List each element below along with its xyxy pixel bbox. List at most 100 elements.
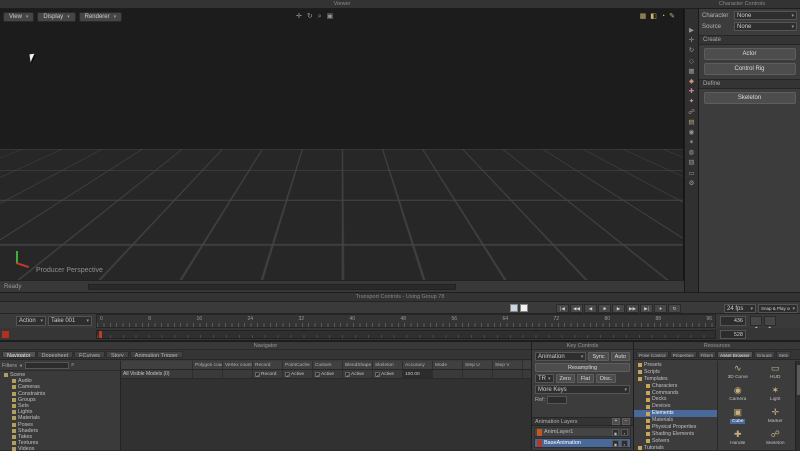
models-column-header[interactable]: Vertex count — [223, 361, 253, 369]
display-menu-button[interactable]: Display — [37, 12, 75, 22]
add-layer-button[interactable] — [612, 418, 620, 425]
asset-folder-item[interactable]: Tutorials — [634, 445, 717, 450]
pan-icon[interactable]: ✛ — [296, 12, 302, 21]
models-row-label[interactable]: All Visible Models (0) — [121, 370, 193, 378]
stop-button[interactable]: ■ — [598, 304, 611, 313]
loop-button[interactable]: ↻ — [668, 304, 681, 313]
maximize-view-icon[interactable]: ✎ — [669, 12, 675, 21]
models-column-header[interactable]: PointCache — [283, 361, 313, 369]
layer-visibility-icon[interactable] — [612, 440, 619, 447]
snap-icon[interactable]: ▦ — [688, 68, 694, 75]
viewport-3d[interactable]: ViewDisplayRenderer ✛↻⌕▣ ▦◧◔✎ Producer P… — [0, 9, 684, 280]
models-checkbox-cell[interactable]: Active — [343, 370, 373, 378]
asset-folder-item[interactable]: Scripts — [634, 369, 717, 376]
layer-lock-icon[interactable] — [621, 440, 628, 447]
sync-button[interactable]: Sync — [588, 352, 608, 361]
models-column-header[interactable]: BlendShape — [343, 361, 373, 369]
transport-toggle-b[interactable] — [520, 304, 528, 312]
material-icon[interactable]: ◍ — [689, 149, 695, 156]
timeline-end-field[interactable]: 436 — [720, 316, 746, 326]
control-rig-button[interactable]: Control Rig — [704, 63, 796, 75]
models-column-header[interactable]: Skeleton — [373, 361, 403, 369]
resources-tab[interactable]: Asset Browser — [717, 351, 753, 358]
transport-toggle-a[interactable] — [510, 304, 518, 312]
asset-item[interactable]: ∿ 3D Curve — [719, 363, 757, 385]
checkbox-icon[interactable] — [285, 372, 290, 377]
models-column-header[interactable]: Mode — [433, 361, 463, 369]
models-column-header[interactable]: Polygon count — [193, 361, 223, 369]
keyframe-icon[interactable]: ◆ — [689, 78, 694, 85]
actor-button[interactable]: Actor — [704, 48, 796, 60]
asset-scrollbar[interactable] — [795, 361, 800, 450]
safe-frame-icon[interactable]: ◧ — [650, 12, 657, 21]
keying-group-dropdown[interactable]: TR — [535, 374, 554, 383]
pose-icon[interactable]: ☍ — [688, 109, 695, 116]
asset-folder-item[interactable]: Elements — [634, 410, 717, 417]
resources-tab[interactable]: Properties — [670, 351, 697, 358]
models-column-header[interactable]: Step U — [463, 361, 493, 369]
goto-end-button[interactable]: ▶| — [640, 304, 653, 313]
light-icon[interactable]: ✶ — [689, 139, 694, 146]
navigator-tab[interactable]: FCurves — [74, 351, 105, 358]
navigator-tab[interactable]: Navigator — [2, 351, 36, 358]
playhead[interactable] — [99, 331, 102, 338]
take-dropdown[interactable]: Take 001 — [48, 316, 92, 326]
source-dropdown[interactable]: None — [734, 22, 797, 31]
texture-icon[interactable]: ▨ — [688, 159, 694, 166]
models-checkbox-cell[interactable]: Active — [373, 370, 403, 378]
layer-visibility-icon[interactable] — [612, 429, 619, 436]
resources-tab[interactable]: Groups — [754, 351, 775, 358]
asset-folder-item[interactable]: Materials — [634, 417, 717, 424]
asset-folder-item[interactable]: Commands — [634, 390, 717, 397]
navigator-tab[interactable]: Story — [106, 351, 129, 358]
asset-folder-item[interactable]: Devices — [634, 403, 717, 410]
view-menu-button[interactable]: View — [3, 12, 34, 22]
models-column-header[interactable]: Record — [253, 361, 283, 369]
zoom-icon[interactable]: ⌕ — [318, 12, 322, 21]
settings-icon[interactable]: ⚙ — [689, 180, 695, 187]
models-column-header[interactable]: Custom — [313, 361, 343, 369]
checkbox-icon[interactable] — [255, 372, 260, 377]
models-column-header[interactable]: Accuracy — [403, 361, 433, 369]
snap-mode-dropdown[interactable]: Snap & Play on Frames — [758, 304, 798, 313]
folder-icon[interactable]: ▭ — [688, 170, 694, 177]
select-icon[interactable]: ▶ — [689, 27, 694, 34]
layer-lock-icon[interactable] — [621, 429, 628, 436]
animation-layer-row[interactable]: BaseAnimation — [534, 438, 631, 448]
asset-folder-item[interactable]: Characters — [634, 383, 717, 390]
asset-item[interactable]: ✚ Handle — [719, 429, 757, 451]
scroll-left-button[interactable] — [750, 316, 762, 326]
asset-item[interactable]: ▭ HUD — [757, 363, 795, 385]
zero-button[interactable]: Zero — [556, 374, 575, 383]
asset-folder-item[interactable]: Decks — [634, 396, 717, 403]
models-column-header[interactable]: Step V — [493, 361, 523, 369]
resources-tab[interactable]: Filters — [698, 351, 717, 358]
asset-item[interactable]: ☍ Skeleton — [757, 429, 795, 451]
device-icon[interactable]: ▤ — [688, 119, 694, 126]
asset-folder-item[interactable]: Shading Elements — [634, 431, 717, 438]
camera-icon[interactable]: ◉ — [689, 129, 695, 136]
more-keys-dropdown[interactable]: More Keys — [535, 385, 630, 394]
resources-tab[interactable]: Sets — [776, 351, 791, 358]
timeline-ruler[interactable]: 081624324048566472808896 — [96, 314, 716, 328]
asset-folder-item[interactable]: Templates — [634, 376, 717, 383]
models-table-row[interactable]: All Visible Models (0) RecordActiveActiv… — [121, 370, 531, 379]
rotate-icon[interactable]: ↻ — [689, 47, 694, 54]
key-mode-dropdown[interactable]: Animation — [535, 352, 586, 361]
step-back-button[interactable]: ◀◀ — [570, 304, 583, 313]
checkbox-icon[interactable] — [375, 372, 380, 377]
constraint-icon[interactable]: ✚ — [689, 88, 694, 95]
action-dropdown[interactable]: Action — [16, 316, 46, 326]
models-checkbox-cell[interactable]: Active — [313, 370, 343, 378]
flat-button[interactable]: Flat — [577, 374, 594, 383]
step-forward-button[interactable]: ▶▶ — [626, 304, 639, 313]
fps-dropdown[interactable]: 24 fps — [724, 304, 756, 313]
ref-field[interactable] — [547, 396, 567, 404]
navigator-tab[interactable]: Dopesheet — [37, 351, 74, 358]
range-end-field[interactable]: 528 — [720, 330, 746, 339]
remove-layer-button[interactable] — [622, 418, 630, 425]
discontinuity-button[interactable]: Disc. — [596, 374, 616, 383]
scroll-right-button[interactable] — [764, 316, 776, 326]
asset-folder-item[interactable]: Presets — [634, 362, 717, 369]
character-icon[interactable]: ✦ — [689, 98, 694, 105]
